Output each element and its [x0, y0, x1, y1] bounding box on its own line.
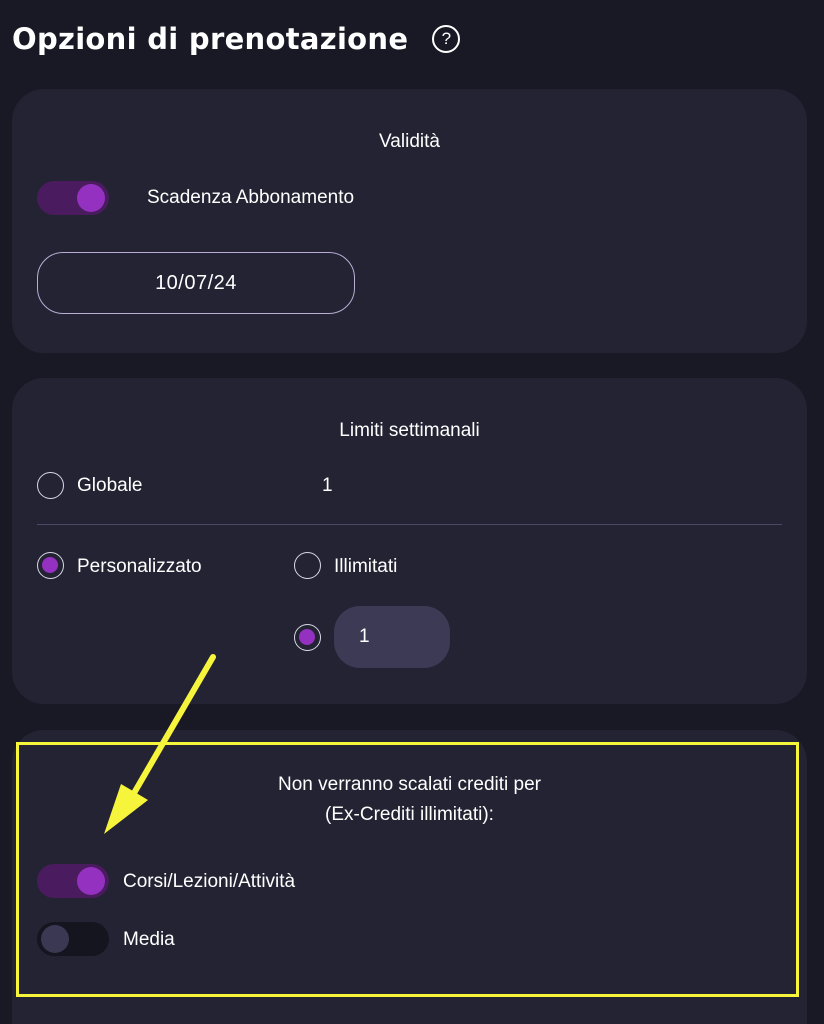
toggle-knob [77, 867, 105, 895]
radio-personalizzato-label: Personalizzato [77, 556, 202, 577]
corsi-toggle-label: Corsi/Lezioni/Attività [123, 871, 296, 892]
expiry-toggle[interactable] [37, 181, 109, 215]
custom-limit-input[interactable]: 1 [334, 606, 450, 668]
weekly-limits-title: Limiti settimanali [339, 420, 480, 441]
title-row: Opzioni di prenotazione ? [12, 22, 461, 56]
page-title: Opzioni di prenotazione [12, 22, 409, 56]
expiry-toggle-label: Scadenza Abbonamento [147, 187, 355, 208]
help-icon-glyph: ? [441, 29, 452, 48]
globale-value: 1 [322, 475, 333, 496]
media-toggle[interactable] [37, 922, 109, 956]
media-toggle-label: Media [123, 929, 175, 950]
credits-note-line2: (Ex-Crediti illimitati): [325, 804, 494, 825]
weekly-limits-card: Limiti settimanali Globale 1 Personalizz… [12, 378, 807, 704]
toggle-knob [41, 925, 69, 953]
radio-custom-value[interactable] [294, 624, 321, 651]
booking-options-page: Opzioni di prenotazione ? Validità Scade… [0, 0, 824, 1024]
validity-title: Validità [379, 131, 440, 152]
corsi-toggle[interactable] [37, 864, 109, 898]
toggle-knob [77, 184, 105, 212]
divider [37, 524, 782, 525]
credits-note-line1: Non verranno scalati crediti per [278, 774, 541, 795]
radio-personalizzato[interactable] [37, 552, 64, 579]
validity-card: Validità Scadenza Abbonamento 10/07/24 [12, 89, 807, 353]
radio-illimitati-label: Illimitati [334, 556, 398, 577]
help-icon[interactable]: ? [432, 25, 461, 53]
credits-card: Non verranno scalati crediti per (Ex-Cre… [12, 730, 807, 1024]
expiry-date-field[interactable]: 10/07/24 [37, 252, 355, 314]
credits-note: Non verranno scalati crediti per (Ex-Cre… [12, 770, 807, 830]
radio-illimitati[interactable] [294, 552, 321, 579]
radio-globale-label: Globale [77, 475, 143, 496]
radio-globale[interactable] [37, 472, 64, 499]
